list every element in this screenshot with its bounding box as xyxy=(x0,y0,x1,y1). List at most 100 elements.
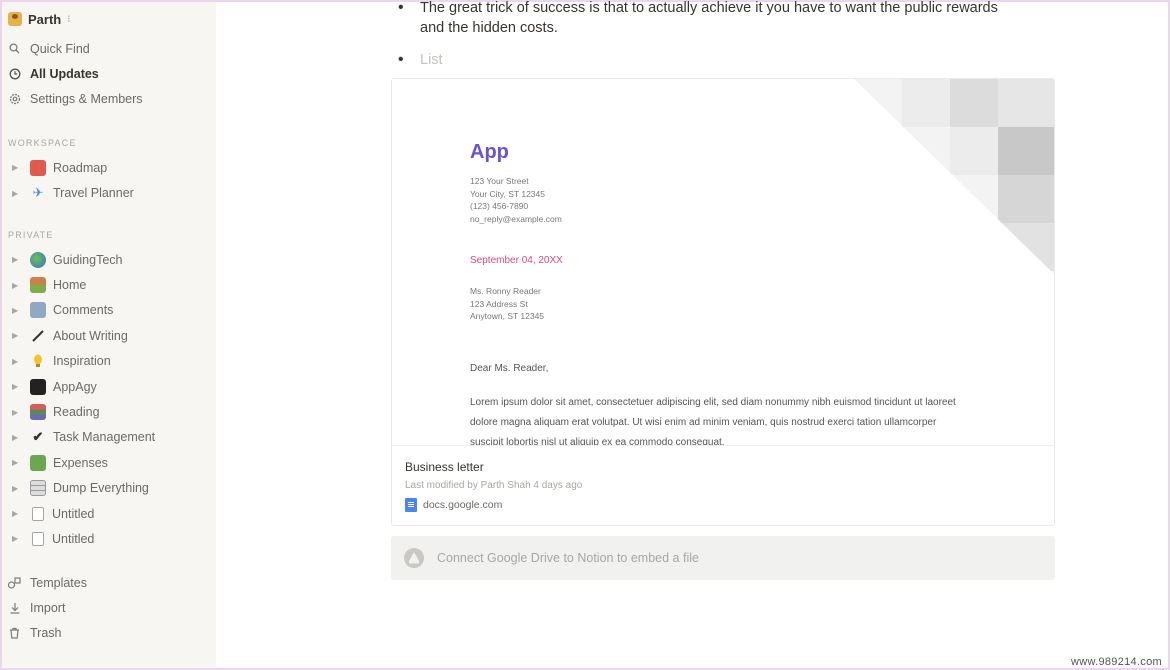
sidebar-item-untitled-2[interactable]: ▶ Untitled xyxy=(2,526,216,551)
embed-title[interactable]: Business letter xyxy=(405,460,484,474)
expand-caret-icon[interactable]: ▶ xyxy=(12,331,22,340)
nav-import[interactable]: Import xyxy=(2,595,216,620)
expand-caret-icon[interactable]: ▶ xyxy=(12,163,22,172)
trash-icon xyxy=(8,627,21,640)
laptop-icon xyxy=(30,378,46,395)
nav-templates[interactable]: Templates xyxy=(2,570,216,595)
sidebar-item-task-management[interactable]: ▶ ✔ Task Management xyxy=(2,425,216,450)
sidebar-item-label: Dump Everything xyxy=(53,481,149,496)
search-icon xyxy=(8,42,21,55)
sidebar-item-inspiration[interactable]: ▶ Inspiration xyxy=(2,349,216,374)
nav-quick-find[interactable]: Quick Find xyxy=(2,36,216,61)
workspace-switcher[interactable]: Parth ⁝ xyxy=(8,10,70,28)
google-doc-embed[interactable]: App 123 Your Street Your City, ST 12345 … xyxy=(391,78,1055,526)
bottom-nav: Templates Import Trash xyxy=(2,570,216,646)
nav-label: Quick Find xyxy=(30,41,90,56)
nav-label: All Updates xyxy=(30,67,99,82)
bullet-block[interactable]: • The great trick of success is that to … xyxy=(398,0,1020,38)
sidebar-item-label: Expenses xyxy=(53,455,108,470)
expand-caret-icon[interactable]: ▶ xyxy=(12,306,22,315)
embed-link-text: docs.google.com xyxy=(423,499,503,511)
letter-date: September 04, 20XX xyxy=(470,255,563,266)
sidebar-item-label: GuidingTech xyxy=(53,252,123,267)
connect-label: Connect Google Drive to Notion to embed … xyxy=(437,551,699,565)
google-drive-icon xyxy=(404,548,424,568)
money-icon xyxy=(30,454,46,471)
sidebar-item-label: Task Management xyxy=(53,430,156,445)
expand-caret-icon[interactable]: ▶ xyxy=(12,509,22,518)
workspace-avatar-icon xyxy=(8,12,22,26)
sidebar-item-home[interactable]: ▶ Home xyxy=(2,272,216,297)
plane-icon: ✈ xyxy=(32,185,44,201)
sidebar-item-roadmap[interactable]: ▶ Roadmap xyxy=(2,155,216,180)
cabinet-icon xyxy=(30,480,46,497)
sidebar-item-untitled-1[interactable]: ▶ Untitled xyxy=(2,501,216,526)
section-label-private: PRIVATE xyxy=(8,230,54,240)
house-icon xyxy=(30,277,46,294)
page-icon xyxy=(32,506,44,521)
car-icon xyxy=(30,159,46,176)
sender-address: 123 Your Street Your City, ST 12345 (123… xyxy=(470,176,562,224)
sidebar-item-label: Reading xyxy=(53,405,100,420)
bulb-icon xyxy=(30,353,46,369)
recipient-address: Ms. Ronny Reader 123 Address St Anytown,… xyxy=(470,286,545,321)
globe-icon xyxy=(30,251,46,268)
connect-google-drive-button[interactable]: Connect Google Drive to Notion to embed … xyxy=(391,536,1055,580)
shapes-icon xyxy=(8,576,21,589)
gear-icon xyxy=(8,93,21,106)
expand-caret-icon[interactable]: ▶ xyxy=(12,484,22,493)
sidebar-item-label: Comments xyxy=(53,303,114,318)
sidebar-item-comments[interactable]: ▶ Comments xyxy=(2,298,216,323)
nav-trash[interactable]: Trash xyxy=(2,621,216,646)
sidebar-item-travel-planner[interactable]: ▶ ✈ Travel Planner xyxy=(2,180,216,205)
download-icon xyxy=(8,602,21,615)
embed-footer[interactable]: Business letter Last modified by Parth S… xyxy=(392,445,1054,525)
bullet-placeholder[interactable]: List xyxy=(420,50,1020,70)
doc-logo: App xyxy=(470,141,509,163)
expand-caret-icon[interactable]: ▶ xyxy=(12,458,22,467)
embed-source-link[interactable]: docs.google.com xyxy=(405,498,502,512)
expand-caret-icon[interactable]: ▶ xyxy=(12,534,22,543)
expand-caret-icon[interactable]: ▶ xyxy=(12,382,22,391)
google-docs-icon xyxy=(405,498,417,512)
nav-settings-members[interactable]: Settings & Members xyxy=(2,87,216,112)
pen-icon xyxy=(30,328,46,344)
sidebar-item-reading[interactable]: ▶ Reading xyxy=(2,399,216,424)
expand-caret-icon[interactable]: ▶ xyxy=(12,281,22,290)
expand-caret-icon[interactable]: ▶ xyxy=(12,189,22,198)
expand-caret-icon[interactable]: ▶ xyxy=(12,255,22,264)
sidebar: Parth ⁝ Quick Find All Updates Settings … xyxy=(2,2,216,668)
expand-caret-icon[interactable]: ▶ xyxy=(12,408,22,417)
salutation: Dear Ms. Reader, xyxy=(470,363,549,374)
embed-preview[interactable]: App 123 Your Street Your City, ST 12345 … xyxy=(392,79,1054,445)
private-pages: ▶ GuidingTech ▶ Home ▶ Comments ▶ About … xyxy=(2,247,216,552)
sidebar-item-appagy[interactable]: ▶ AppAgy xyxy=(2,374,216,399)
sidebar-item-about-writing[interactable]: ▶ About Writing xyxy=(2,323,216,348)
nav-label: Import xyxy=(30,601,66,616)
embed-meta: Last modified by Parth Shah 4 days ago xyxy=(405,480,583,491)
nav-label: Trash xyxy=(30,626,62,641)
sidebar-item-label: Home xyxy=(53,278,87,293)
chevron-icon: ⁝ xyxy=(67,13,71,25)
robot-icon xyxy=(30,302,46,319)
sidebar-item-expenses[interactable]: ▶ Expenses xyxy=(2,450,216,475)
section-label-workspace: WORKSPACE xyxy=(8,138,77,148)
nav-all-updates[interactable]: All Updates xyxy=(2,61,216,86)
bullet-text[interactable]: The great trick of success is that to ac… xyxy=(420,0,1020,38)
workspace-name: Parth xyxy=(28,11,62,27)
letter-body: Lorem ipsum dolor sit amet, consectetuer… xyxy=(470,397,956,445)
expand-caret-icon[interactable]: ▶ xyxy=(12,433,22,442)
decorative-pattern xyxy=(854,79,1054,279)
clock-icon xyxy=(8,68,21,81)
expand-caret-icon[interactable]: ▶ xyxy=(12,357,22,366)
sidebar-item-label: Untitled xyxy=(52,531,95,546)
bullet-dot: • xyxy=(398,0,404,16)
nav-label: Settings & Members xyxy=(30,92,143,107)
sidebar-item-dump-everything[interactable]: ▶ Dump Everything xyxy=(2,476,216,501)
bullet-block-empty[interactable]: • List xyxy=(398,50,1020,70)
sidebar-item-label: Roadmap xyxy=(53,160,108,175)
sidebar-item-guidingtech[interactable]: ▶ GuidingTech xyxy=(2,247,216,272)
sidebar-item-label: About Writing xyxy=(53,328,128,343)
sidebar-item-label: Inspiration xyxy=(53,354,111,369)
checkmark-icon: ✔ xyxy=(32,429,44,445)
